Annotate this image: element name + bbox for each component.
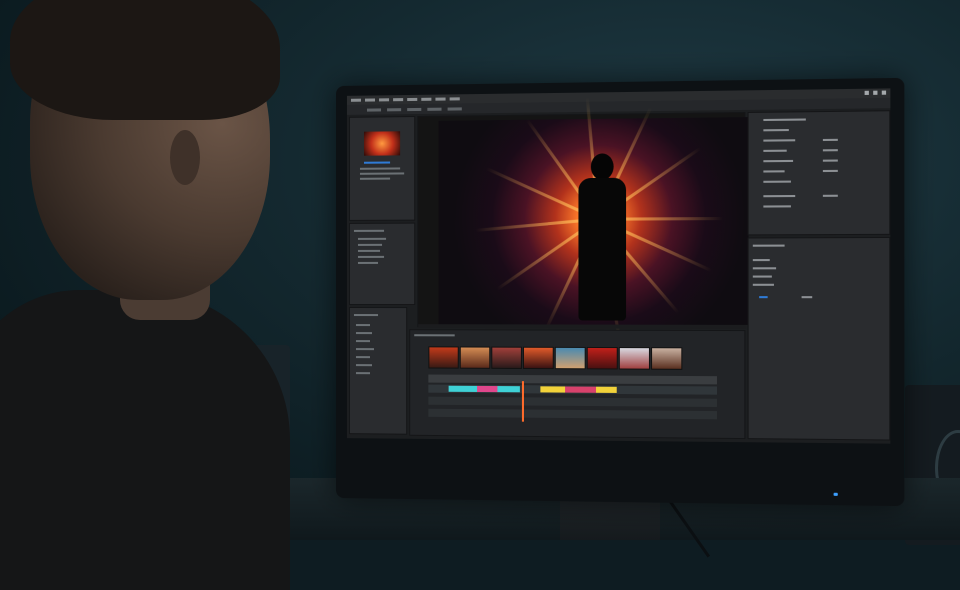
effect-segment[interactable] xyxy=(565,386,596,392)
audio-track[interactable] xyxy=(428,409,717,420)
property-value[interactable] xyxy=(823,160,838,162)
menu-item[interactable] xyxy=(407,98,417,101)
property-row[interactable] xyxy=(753,267,776,269)
selected-bin[interactable] xyxy=(364,162,390,164)
workspace-tab[interactable] xyxy=(387,108,401,111)
effect-segment[interactable] xyxy=(596,387,617,393)
panel-header xyxy=(354,314,378,316)
list-item[interactable] xyxy=(358,262,378,264)
property-row[interactable] xyxy=(753,284,774,286)
power-led xyxy=(834,493,838,496)
panel-header xyxy=(753,245,785,247)
list-item[interactable] xyxy=(356,332,372,334)
workspace-tab[interactable] xyxy=(367,108,381,111)
workspace-tab[interactable] xyxy=(448,107,462,110)
property-row[interactable] xyxy=(763,205,791,207)
video-clip[interactable] xyxy=(587,347,618,370)
figure-body xyxy=(578,178,626,321)
close-icon[interactable] xyxy=(882,91,886,95)
menu-item[interactable] xyxy=(435,98,445,101)
effects-track[interactable] xyxy=(428,385,717,395)
person-ear xyxy=(170,130,200,185)
minimize-icon[interactable] xyxy=(865,91,869,95)
window-controls xyxy=(865,91,886,95)
person-shoulders xyxy=(0,290,290,590)
list-item[interactable] xyxy=(360,178,390,180)
menu-item[interactable] xyxy=(450,97,460,100)
list-item[interactable] xyxy=(356,324,370,326)
effect-segment[interactable] xyxy=(477,386,497,392)
list-item[interactable] xyxy=(356,364,372,366)
video-clip[interactable] xyxy=(460,346,491,368)
menu-item[interactable] xyxy=(421,98,431,101)
monitor xyxy=(336,78,904,506)
list-item[interactable] xyxy=(356,372,370,374)
property-row[interactable] xyxy=(763,170,784,172)
menu-item[interactable] xyxy=(365,98,375,101)
timeline-panel xyxy=(409,329,745,439)
workspace-tab[interactable] xyxy=(427,107,441,110)
timeline-header xyxy=(414,334,454,336)
property-value[interactable] xyxy=(823,195,838,197)
media-thumbnail[interactable] xyxy=(364,131,400,155)
effect-segment[interactable] xyxy=(540,386,565,392)
screen xyxy=(347,88,890,443)
video-clip[interactable] xyxy=(555,347,586,370)
option-button[interactable] xyxy=(802,296,813,298)
menu-item[interactable] xyxy=(351,99,361,102)
list-item[interactable] xyxy=(358,256,384,258)
effect-controls-panel xyxy=(748,110,891,235)
playback-controls[interactable] xyxy=(418,324,746,329)
list-item[interactable] xyxy=(360,167,400,169)
video-clip[interactable] xyxy=(428,346,458,368)
figure-head xyxy=(591,153,614,180)
video-frame[interactable] xyxy=(438,117,748,325)
property-row[interactable] xyxy=(753,276,772,278)
property-value[interactable] xyxy=(823,139,838,141)
project-panel xyxy=(349,116,415,221)
property-value[interactable] xyxy=(823,170,838,172)
maximize-icon[interactable] xyxy=(873,91,877,95)
list-item[interactable] xyxy=(356,340,370,342)
list-item[interactable] xyxy=(356,356,370,358)
video-clip[interactable] xyxy=(491,347,522,369)
property-row[interactable] xyxy=(763,181,791,183)
toggle-button[interactable] xyxy=(759,296,767,298)
property-row[interactable] xyxy=(763,195,795,197)
playhead[interactable] xyxy=(522,381,524,422)
menu-item[interactable] xyxy=(393,98,403,101)
media-browser-panel xyxy=(349,307,407,435)
panel-header xyxy=(763,118,805,121)
video-clip[interactable] xyxy=(651,347,682,370)
menu-item[interactable] xyxy=(379,98,389,101)
effect-segment[interactable] xyxy=(497,386,519,392)
workspace-tab[interactable] xyxy=(407,107,421,110)
property-row[interactable] xyxy=(763,129,788,131)
property-row[interactable] xyxy=(753,259,770,261)
audio-track[interactable] xyxy=(428,397,717,407)
property-row[interactable] xyxy=(763,160,793,162)
effects-panel xyxy=(349,223,415,305)
panel-header xyxy=(354,230,384,232)
properties-panel xyxy=(748,237,891,441)
property-row[interactable] xyxy=(763,150,786,152)
person-hair xyxy=(10,0,280,120)
list-item[interactable] xyxy=(356,348,374,350)
list-item[interactable] xyxy=(358,238,386,240)
property-row[interactable] xyxy=(763,139,795,141)
list-item[interactable] xyxy=(358,244,382,246)
property-value[interactable] xyxy=(823,149,838,151)
list-item[interactable] xyxy=(360,172,404,174)
video-clip[interactable] xyxy=(619,347,650,370)
effect-segment[interactable] xyxy=(449,386,477,392)
video-track[interactable] xyxy=(428,375,717,385)
video-clip[interactable] xyxy=(523,347,554,369)
program-monitor xyxy=(417,112,745,328)
list-item[interactable] xyxy=(358,250,380,252)
